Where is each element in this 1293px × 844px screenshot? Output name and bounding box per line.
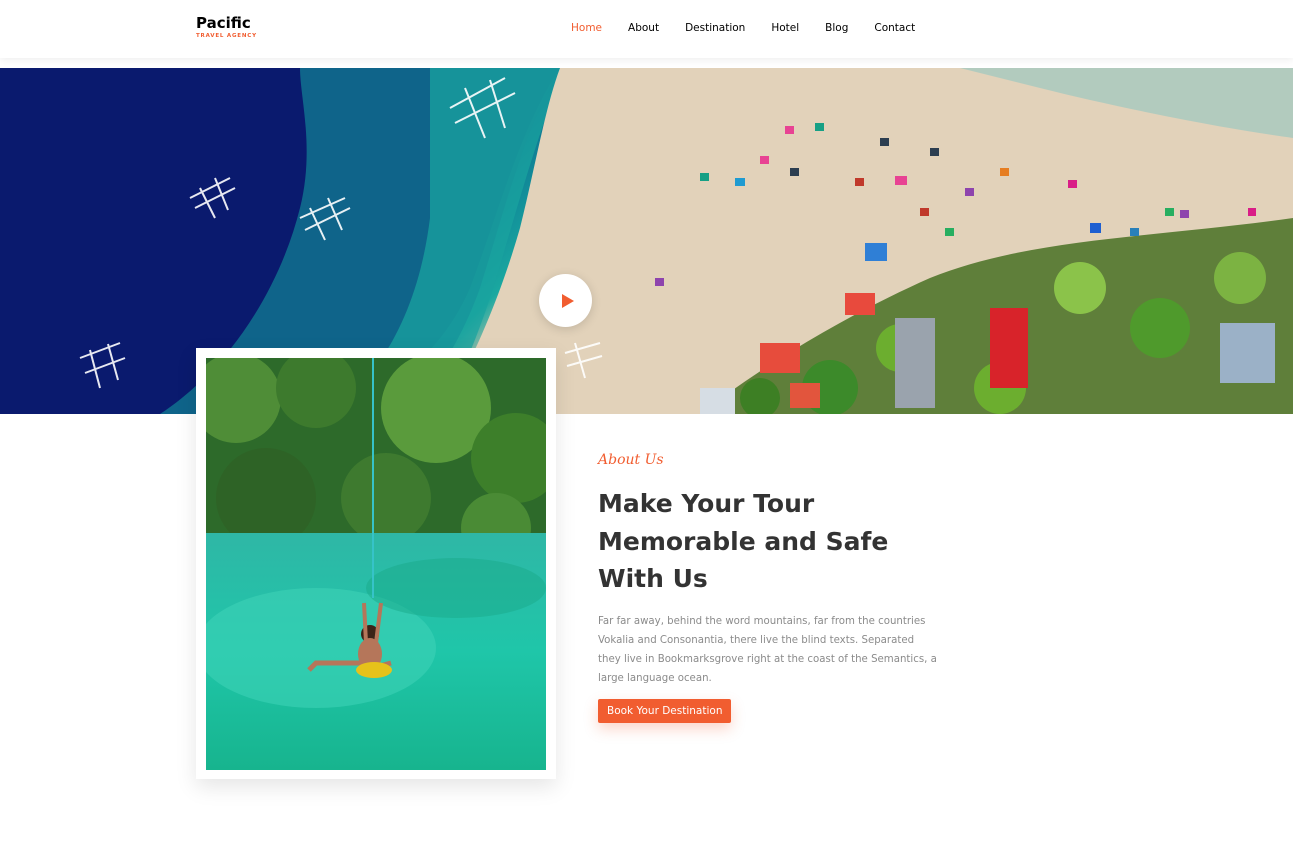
- hero-aerial-beach-image: [0, 68, 1293, 414]
- navbar: Pacific TRAVEL AGENCY Home About Destina…: [0, 0, 1293, 58]
- nav-link-destination[interactable]: Destination: [685, 22, 745, 34]
- hero-banner: [0, 68, 1293, 414]
- book-destination-button[interactable]: Book Your Destination: [598, 698, 732, 723]
- nav-link-contact[interactable]: Contact: [874, 22, 915, 34]
- about-photo-rope-swing: [206, 358, 546, 770]
- about-paragraph: Far far away, behind the word mountains,…: [598, 615, 937, 685]
- about-headline: Make Your Tour Memorable and Safe With U…: [598, 489, 889, 593]
- about-section: About Us Make Your Tour Memorable and Sa…: [598, 452, 938, 723]
- nav-link-hotel[interactable]: Hotel: [771, 22, 799, 34]
- about-image-frame: [196, 348, 556, 779]
- nav-link-blog[interactable]: Blog: [825, 22, 848, 34]
- brand-logo[interactable]: Pacific TRAVEL AGENCY: [196, 14, 257, 39]
- about-subheading: About Us: [598, 452, 664, 468]
- brand-name: Pacific: [196, 14, 251, 32]
- play-video-button[interactable]: [539, 274, 592, 327]
- brand-tagline: TRAVEL AGENCY: [196, 33, 257, 39]
- nav-link-about[interactable]: About: [628, 22, 659, 34]
- main-nav: Home About Destination Hotel Blog Contac…: [571, 22, 941, 34]
- play-icon: [561, 293, 574, 308]
- nav-link-home[interactable]: Home: [571, 22, 602, 34]
